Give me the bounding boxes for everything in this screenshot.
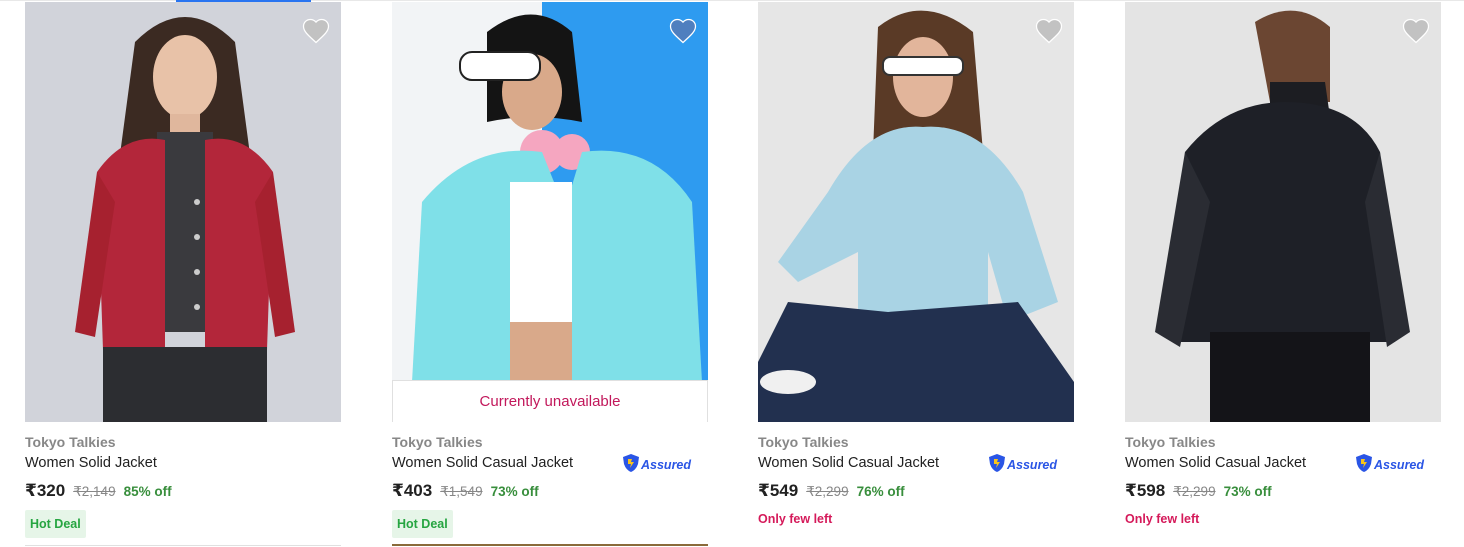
product-price: ₹403 bbox=[392, 481, 433, 500]
product-image[interactable] bbox=[25, 2, 341, 422]
product-mrp: ₹2,149 bbox=[73, 484, 116, 499]
product-title[interactable]: Women Solid Jacket bbox=[25, 455, 157, 471]
heart-icon[interactable] bbox=[301, 16, 331, 44]
heart-icon[interactable] bbox=[1034, 16, 1064, 44]
hot-deal-badge: Hot Deal bbox=[392, 510, 453, 538]
product-mrp: ₹2,299 bbox=[1173, 484, 1216, 499]
stock-note: Only few left bbox=[1125, 512, 1200, 526]
price-row: ₹598 ₹2,299 73% off bbox=[1125, 481, 1272, 501]
shield-icon bbox=[989, 453, 1005, 477]
shield-icon bbox=[623, 453, 639, 477]
assured-label: Assured bbox=[1374, 458, 1425, 472]
shield-icon bbox=[1356, 453, 1372, 477]
unavailable-banner: Currently unavailable bbox=[392, 380, 708, 422]
product-brand: Tokyo Talkies bbox=[1125, 434, 1216, 450]
assured-label: Assured bbox=[1007, 458, 1058, 472]
product-card[interactable]: Tokyo Talkies Women Solid Jacket ₹320 ₹2… bbox=[25, 2, 341, 547]
price-row: ₹320 ₹2,149 85% off bbox=[25, 481, 172, 501]
product-discount: 73% off bbox=[490, 484, 539, 499]
product-brand: Tokyo Talkies bbox=[392, 434, 483, 450]
product-grid-page: Tokyo Talkies Women Solid Jacket ₹320 ₹2… bbox=[0, 0, 1464, 547]
product-brand: Tokyo Talkies bbox=[25, 434, 116, 450]
product-mrp: ₹1,549 bbox=[440, 484, 483, 499]
assured-badge: Assured bbox=[989, 453, 1058, 477]
product-image[interactable] bbox=[758, 2, 1074, 422]
product-discount: 76% off bbox=[856, 484, 905, 499]
assured-label: Assured bbox=[641, 458, 692, 472]
price-row: ₹549 ₹2,299 76% off bbox=[758, 481, 905, 501]
stock-note: Only few left bbox=[758, 512, 833, 526]
product-image[interactable] bbox=[1125, 2, 1441, 422]
product-title[interactable]: Women Solid Casual Jacket bbox=[1125, 455, 1306, 471]
product-discount: 73% off bbox=[1223, 484, 1272, 499]
product-price: ₹549 bbox=[758, 481, 799, 500]
hot-deal-badge: Hot Deal bbox=[25, 510, 86, 538]
product-card[interactable]: Tokyo Talkies Women Solid Casual Jacket … bbox=[1125, 2, 1441, 547]
card-divider bbox=[25, 545, 341, 546]
heart-icon[interactable] bbox=[668, 16, 698, 44]
product-card[interactable]: Tokyo Talkies Women Solid Casual Jacket … bbox=[758, 2, 1074, 547]
product-title[interactable]: Women Solid Casual Jacket bbox=[392, 455, 573, 471]
product-price: ₹598 bbox=[1125, 481, 1166, 500]
product-image[interactable]: Currently unavailable bbox=[392, 2, 708, 422]
price-row: ₹403 ₹1,549 73% off bbox=[392, 481, 539, 501]
assured-badge: Assured bbox=[1356, 453, 1425, 477]
card-divider bbox=[392, 544, 708, 546]
product-mrp: ₹2,299 bbox=[806, 484, 849, 499]
assured-badge: Assured bbox=[623, 453, 692, 477]
product-price: ₹320 bbox=[25, 481, 66, 500]
product-brand: Tokyo Talkies bbox=[758, 434, 849, 450]
product-card[interactable]: Currently unavailable Tokyo Talkies Wome… bbox=[392, 2, 708, 547]
product-discount: 85% off bbox=[123, 484, 172, 499]
product-title[interactable]: Women Solid Casual Jacket bbox=[758, 455, 939, 471]
heart-icon[interactable] bbox=[1401, 16, 1431, 44]
